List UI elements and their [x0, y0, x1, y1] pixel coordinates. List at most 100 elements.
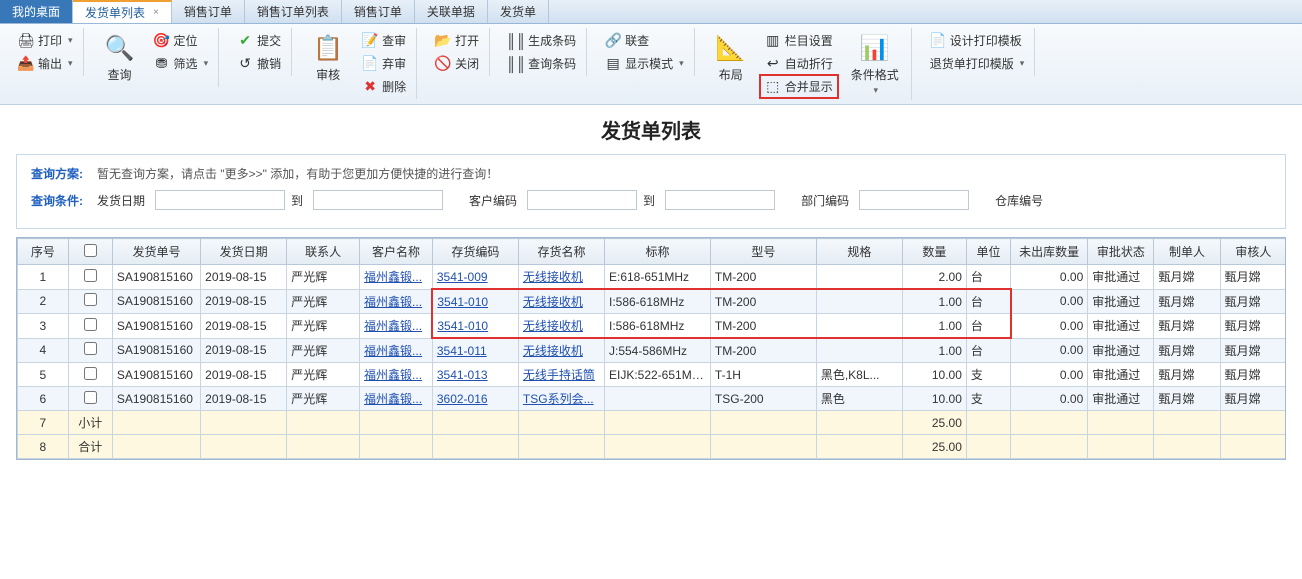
gen-barcode-button[interactable]: ║║生成条码 — [504, 30, 580, 51]
cell — [1220, 411, 1286, 435]
item-code-link[interactable]: 3541-011 — [437, 344, 487, 358]
table-row[interactable]: 4SA1908151602019-08-15严光辉福州鑫锻...3541-011… — [18, 338, 1287, 363]
col-spec[interactable]: 规格 — [816, 239, 902, 265]
dept-code-input[interactable] — [859, 190, 969, 210]
table-row[interactable]: 1SA1908151602019-08-15严光辉福州鑫锻...3541-009… — [18, 265, 1287, 290]
delete-button[interactable]: ✖删除 — [358, 76, 410, 97]
col-item-code[interactable]: 存货编码 — [432, 239, 518, 265]
item-name-link[interactable]: 无线接收机 — [523, 319, 583, 333]
cust-code-label: 客户编码 — [469, 192, 517, 209]
close-button[interactable]: 🚫关闭 — [431, 53, 483, 74]
to-label-2: 到 — [643, 192, 655, 209]
col-checkbox[interactable] — [68, 239, 112, 265]
review-button[interactable]: 📝查审 — [358, 30, 410, 51]
item-name-link[interactable]: 无线接收机 — [523, 344, 583, 358]
tab-shipping-doc[interactable]: 发货单 — [488, 0, 549, 23]
return-template-button[interactable]: 退货单打印模版▾ — [926, 53, 1029, 74]
query-button[interactable]: 🔍查询 — [98, 30, 142, 85]
col-customer[interactable]: 客户名称 — [360, 239, 433, 265]
merge-display-button[interactable]: ⬚合并显示 — [761, 76, 837, 97]
export-button[interactable]: 📤输出▾ — [14, 53, 77, 74]
tab-shipping-list[interactable]: 发货单列表× — [73, 0, 172, 23]
cell: 甄月嫦 — [1154, 363, 1220, 387]
filter-button[interactable]: ⛃筛选▾ — [150, 53, 213, 74]
col-unit[interactable]: 单位 — [966, 239, 1010, 265]
row-checkbox[interactable] — [84, 269, 97, 282]
item-code-link[interactable]: 3541-010 — [437, 319, 488, 333]
col-nominal[interactable]: 标称 — [604, 239, 710, 265]
gen-barcode-label: 生成条码 — [528, 32, 576, 49]
audit-button[interactable]: 📋审核 — [306, 30, 350, 85]
cell: SA190815160 — [112, 314, 200, 339]
customer-link[interactable]: 福州鑫锻... — [364, 270, 422, 284]
auto-wrap-button[interactable]: ↩自动折行 — [761, 53, 837, 74]
row-checkbox[interactable] — [84, 293, 97, 306]
close-icon[interactable]: × — [153, 7, 159, 18]
cell: 1.00 — [902, 338, 966, 363]
open-label: 打开 — [455, 32, 479, 49]
tab-related-docs[interactable]: 关联单据 — [415, 0, 488, 23]
cell — [1088, 435, 1154, 459]
abandon-button[interactable]: 📄弃审 — [358, 53, 410, 74]
tab-sales-order-1[interactable]: 销售订单 — [172, 0, 245, 23]
revoke-button[interactable]: ↺撤销 — [233, 53, 285, 74]
col-maker[interactable]: 制单人 — [1154, 239, 1220, 265]
customer-link[interactable]: 福州鑫锻... — [364, 295, 422, 309]
cell: 3541-011 — [432, 338, 518, 363]
column-setting-button[interactable]: ▥栏目设置 — [761, 30, 837, 51]
header-row: 序号 发货单号 发货日期 联系人 客户名称 存货编码 存货名称 标称 型号 规格… — [18, 239, 1287, 265]
item-code-link[interactable]: 3541-013 — [437, 368, 488, 382]
linked-button[interactable]: 🔗联查 — [601, 30, 688, 51]
row-checkbox[interactable] — [84, 342, 97, 355]
item-code-link[interactable]: 3602-016 — [437, 392, 488, 406]
print-button[interactable]: 🖨打印▾ — [14, 30, 77, 51]
design-template-button[interactable]: 📄设计打印模板 — [926, 30, 1029, 51]
item-name-link[interactable]: 无线手持话筒 — [523, 368, 595, 382]
col-qty[interactable]: 数量 — [902, 239, 966, 265]
locate-button[interactable]: 🎯定位 — [150, 30, 213, 51]
customer-link[interactable]: 福州鑫锻... — [364, 344, 422, 358]
cust-code-from-input[interactable] — [527, 190, 637, 210]
item-code-link[interactable]: 3541-010 — [437, 295, 488, 309]
row-checkbox[interactable] — [84, 391, 97, 404]
item-name-link[interactable]: 无线接收机 — [523, 295, 583, 309]
layout-button[interactable]: 📐布局 — [709, 30, 753, 85]
customer-link[interactable]: 福州鑫锻... — [364, 368, 422, 382]
customer-link[interactable]: 福州鑫锻... — [364, 392, 422, 406]
cell — [1154, 435, 1220, 459]
display-mode-button[interactable]: ▤显示模式▾ — [601, 53, 688, 74]
ship-date-from-input[interactable] — [155, 190, 285, 210]
table-row[interactable]: 6SA1908151602019-08-15严光辉福州鑫锻...3602-016… — [18, 387, 1287, 411]
row-checkbox[interactable] — [84, 367, 97, 380]
table-row[interactable]: 5SA1908151602019-08-15严光辉福州鑫锻...3541-013… — [18, 363, 1287, 387]
cond-format-button[interactable]: 📊条件格式▾ — [845, 30, 905, 98]
item-code-link[interactable]: 3541-009 — [437, 270, 488, 284]
cell: 支 — [966, 387, 1010, 411]
table-row[interactable]: 2SA1908151602019-08-15严光辉福州鑫锻...3541-010… — [18, 289, 1287, 314]
row-checkbox[interactable] — [84, 318, 97, 331]
submit-button[interactable]: ✔提交 — [233, 30, 285, 51]
col-auditor[interactable]: 审核人 — [1220, 239, 1286, 265]
open-button[interactable]: 📂打开 — [431, 30, 483, 51]
col-seq[interactable]: 序号 — [18, 239, 69, 265]
col-contact[interactable]: 联系人 — [287, 239, 360, 265]
col-item-name[interactable]: 存货名称 — [518, 239, 604, 265]
col-out-qty[interactable]: 未出库数量 — [1011, 239, 1088, 265]
tab-home[interactable]: 我的桌面 — [0, 0, 73, 23]
ship-date-to-input[interactable] — [313, 190, 443, 210]
cell: 0.00 — [1011, 338, 1088, 363]
col-audit-status[interactable]: 审批状态 — [1088, 239, 1154, 265]
cust-code-to-input[interactable] — [665, 190, 775, 210]
col-ship-no[interactable]: 发货单号 — [112, 239, 200, 265]
customer-link[interactable]: 福州鑫锻... — [364, 319, 422, 333]
query-barcode-button[interactable]: ║║查询条码 — [504, 53, 580, 74]
cell: 1.00 — [902, 289, 966, 314]
tab-sales-order-list[interactable]: 销售订单列表 — [245, 0, 342, 23]
select-all-checkbox[interactable] — [84, 244, 97, 257]
col-ship-date[interactable]: 发货日期 — [201, 239, 287, 265]
col-model[interactable]: 型号 — [710, 239, 816, 265]
item-name-link[interactable]: TSG系列会... — [523, 392, 594, 406]
item-name-link[interactable]: 无线接收机 — [523, 270, 583, 284]
tab-sales-order-2[interactable]: 销售订单 — [342, 0, 415, 23]
table-row[interactable]: 3SA1908151602019-08-15严光辉福州鑫锻...3541-010… — [18, 314, 1287, 339]
